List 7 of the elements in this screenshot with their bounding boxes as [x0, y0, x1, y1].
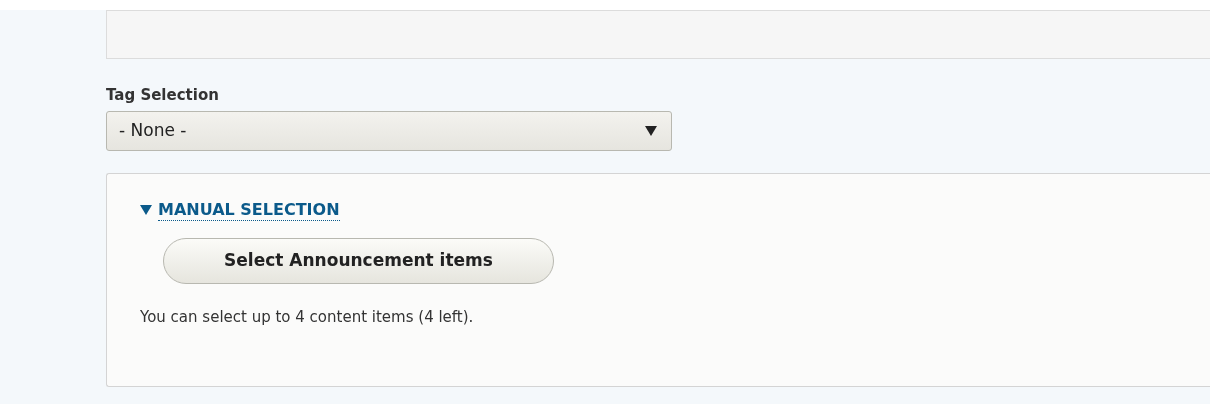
section-toggle-link[interactable]: MANUAL SELECTION: [140, 200, 340, 221]
field-label: Tag Selection: [106, 86, 219, 104]
triangle-icon: [140, 204, 152, 217]
select-items-button[interactable]: Select Announcement items: [163, 238, 554, 284]
description-text: You can select up to 4 content items (4 left).: [140, 307, 474, 328]
dropdown-arrow-icon: [645, 126, 657, 136]
tag-select[interactable]: - None -: [106, 111, 672, 151]
